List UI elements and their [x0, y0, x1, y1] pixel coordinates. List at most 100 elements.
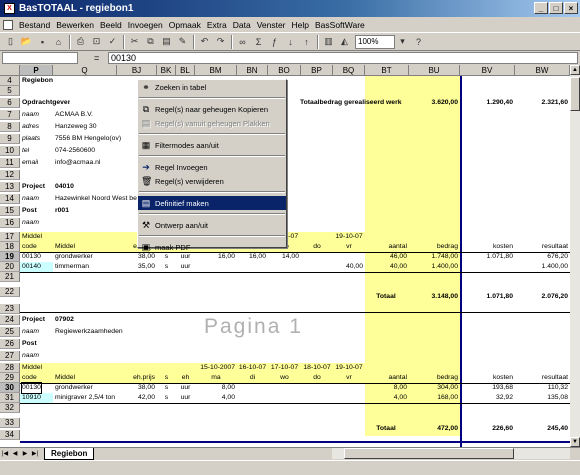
line-ma[interactable]: 4,00: [195, 393, 235, 403]
post-nr[interactable]: r001: [55, 206, 69, 216]
row-header[interactable]: 20: [0, 262, 20, 272]
client-naam[interactable]: ACMAA B.V.: [55, 110, 93, 120]
col-header-p[interactable]: P: [20, 65, 53, 76]
client-plaats[interactable]: 7556 BM Hengelo(ov): [55, 134, 121, 144]
project-naam[interactable]: Regiewerkzaamheden: [55, 327, 123, 337]
col-header-bm[interactable]: BM: [195, 65, 237, 76]
menu-item-maak-pdf[interactable]: ▣ maak PDF: [138, 240, 286, 254]
formula-input[interactable]: 00130: [108, 52, 578, 64]
sort-descending-icon[interactable]: ↑: [299, 35, 314, 49]
line-prijs[interactable]: 42,00: [117, 393, 155, 403]
print-icon[interactable]: ⎙: [73, 35, 88, 49]
line-code[interactable]: 00130: [21, 382, 42, 394]
print-preview-icon[interactable]: ⊡: [89, 35, 104, 49]
line-vr[interactable]: 40,00: [333, 262, 363, 272]
permission-icon[interactable]: ⌂: [51, 35, 66, 49]
project-nr[interactable]: 07902: [55, 315, 74, 325]
paste-icon[interactable]: ▤: [159, 35, 174, 49]
function-icon[interactable]: ƒ: [267, 35, 282, 49]
help-icon[interactable]: ?: [411, 35, 426, 49]
autosum-icon[interactable]: Σ: [251, 35, 266, 49]
drawing-icon[interactable]: ◭: [337, 35, 352, 49]
client-email[interactable]: info@acmaa.nl: [55, 158, 100, 168]
row-header[interactable]: 29: [0, 373, 20, 383]
line-code[interactable]: 00140: [22, 262, 41, 272]
menu-help[interactable]: Help: [289, 20, 312, 30]
first-sheet-icon[interactable]: |◀: [0, 449, 10, 460]
horizontal-scrollbar[interactable]: [332, 448, 570, 459]
client-tel[interactable]: 074-2560600: [55, 146, 95, 156]
copy-icon[interactable]: ⧉: [143, 35, 158, 49]
menu-item-ontwerp[interactable]: ⚒ Ontwerp aan/uit: [138, 218, 286, 232]
minimize-button[interactable]: _: [534, 2, 548, 14]
menu-beeld[interactable]: Beeld: [97, 20, 125, 30]
maximize-button[interactable]: □: [549, 2, 563, 14]
row-header[interactable]: 28: [0, 363, 20, 373]
name-box[interactable]: [2, 52, 78, 64]
close-button[interactable]: ×: [564, 2, 578, 14]
col-header-bj[interactable]: BJ: [117, 65, 157, 76]
next-sheet-icon[interactable]: ▶: [20, 449, 30, 460]
col-header-q[interactable]: Q: [53, 65, 117, 76]
menu-bewerken[interactable]: Bewerken: [53, 20, 97, 30]
col-header-bk[interactable]: BK: [157, 65, 176, 76]
row-header[interactable]: 9: [0, 134, 20, 144]
line-ma[interactable]: 8,00: [195, 383, 235, 393]
line-s[interactable]: s: [157, 262, 176, 272]
menu-item-regel-invoegen[interactable]: ➔ Regel Invoegen: [138, 160, 286, 174]
row-header[interactable]: 23: [0, 304, 20, 314]
row-header[interactable]: 4: [0, 76, 20, 86]
menu-invoegen[interactable]: Invoegen: [125, 20, 166, 30]
line-middel[interactable]: grondwerker: [55, 383, 93, 393]
row-header[interactable]: 15: [0, 206, 20, 216]
row-header[interactable]: 19: [0, 252, 20, 262]
row-header[interactable]: 17: [0, 232, 20, 242]
scroll-up-icon[interactable]: ▲: [570, 65, 580, 75]
row-header[interactable]: 14: [0, 194, 20, 204]
menu-item-definitief-maken[interactable]: ▤ Definitief maken: [138, 196, 286, 210]
prev-sheet-icon[interactable]: ◀: [10, 449, 20, 460]
new-file-icon[interactable]: ▯: [3, 35, 18, 49]
line-middel[interactable]: timmerman: [55, 262, 89, 272]
last-sheet-icon[interactable]: ▶|: [30, 449, 40, 460]
menu-item-kopieren[interactable]: ⧉ Regel(s) naar geheugen Kopieren: [138, 102, 286, 116]
equals-icon[interactable]: =: [94, 53, 108, 63]
line-code[interactable]: 00130: [22, 252, 41, 262]
menu-venster[interactable]: Venster: [254, 20, 289, 30]
chevron-down-icon[interactable]: ▾: [395, 35, 410, 49]
menu-bestand[interactable]: Bestand: [16, 20, 53, 30]
col-header-bn[interactable]: BN: [237, 65, 268, 76]
menu-item-regel-verwijderen[interactable]: 🗑 Regel(s) verwijderen: [138, 174, 286, 188]
redo-icon[interactable]: ↷: [213, 35, 228, 49]
row-header[interactable]: 21: [0, 272, 20, 282]
line-s[interactable]: s: [157, 393, 176, 403]
col-header-bp[interactable]: BP: [301, 65, 333, 76]
col-header-bw[interactable]: BW: [515, 65, 570, 76]
scroll-thumb[interactable]: [344, 448, 514, 459]
row-header[interactable]: 34: [0, 430, 20, 440]
line-middel[interactable]: grondwerker: [55, 252, 93, 262]
row-header[interactable]: 8: [0, 122, 20, 132]
open-folder-icon[interactable]: 📂: [19, 35, 34, 49]
format-painter-icon[interactable]: ✎: [175, 35, 190, 49]
row-header[interactable]: 26: [0, 339, 20, 349]
sheet-tab-regiebon[interactable]: Regiebon: [44, 448, 95, 460]
vertical-scrollbar[interactable]: ▲ ▼: [570, 65, 580, 447]
line-prijs[interactable]: 35,00: [117, 262, 155, 272]
row-header[interactable]: 5: [0, 86, 20, 96]
row-header[interactable]: 16: [0, 218, 20, 228]
hyperlink-icon[interactable]: ∞: [235, 35, 250, 49]
menu-data[interactable]: Data: [230, 20, 254, 30]
sort-ascending-icon[interactable]: ↓: [283, 35, 298, 49]
row-header[interactable]: 7: [0, 110, 20, 120]
row-header[interactable]: 12: [0, 170, 20, 180]
col-header-bl[interactable]: BL: [176, 65, 195, 76]
undo-icon[interactable]: ↶: [197, 35, 212, 49]
chart-icon[interactable]: ▥: [321, 35, 336, 49]
row-header[interactable]: 31: [0, 393, 20, 403]
row-header[interactable]: 33: [0, 418, 20, 428]
cut-icon[interactable]: ✂: [127, 35, 142, 49]
client-adres[interactable]: Hanzeweg 30: [55, 122, 97, 132]
line-code[interactable]: 10910: [22, 393, 41, 403]
project-naam[interactable]: Hazewinkel Noord West bestek: [55, 194, 137, 204]
